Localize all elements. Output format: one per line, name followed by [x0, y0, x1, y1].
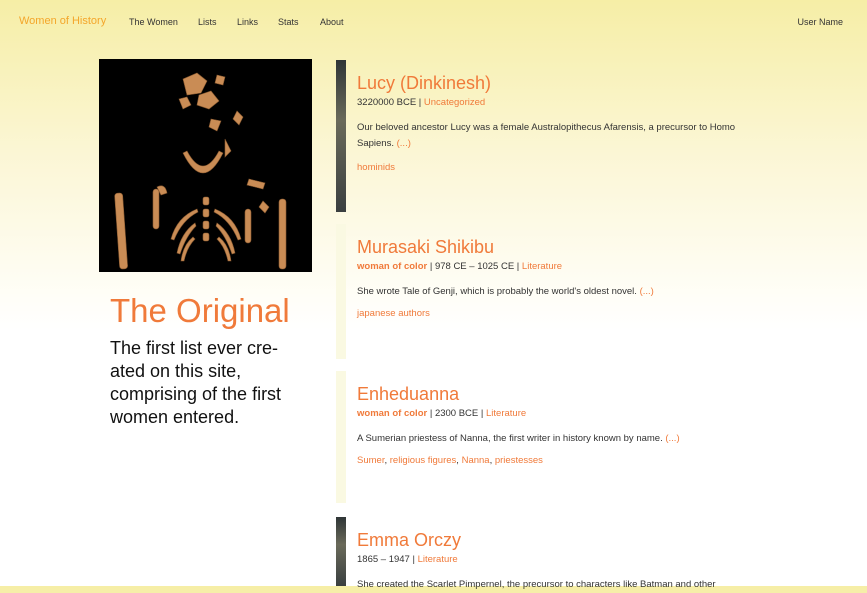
entry-dates: | 2300 BCE | — [427, 408, 487, 419]
nav-link-stats[interactable]: Stats — [278, 17, 299, 27]
entry-thumbnail-strip — [336, 60, 346, 212]
entry-name-link[interactable]: Enheduanna — [357, 384, 459, 405]
tag-link[interactable]: japanese authors — [357, 308, 430, 319]
entry-card: Murasaki Shikibu woman of color | 978 CE… — [336, 224, 766, 359]
entry-dates: 3220000 BCE | — [357, 97, 424, 108]
tag-link[interactable]: hominids — [357, 162, 395, 173]
entry-name-link[interactable]: Murasaki Shikibu — [357, 237, 494, 258]
entry-meta: woman of color | 978 CE – 1025 CE | Lite… — [357, 261, 562, 272]
skeleton-fossil-image — [114, 72, 287, 270]
entry-tags: hominids — [357, 162, 395, 173]
entry-summary: Our beloved ancestor Lucy was a female A… — [357, 122, 736, 149]
entry-tags: Sumer, religious figures, Nanna, prieste… — [357, 455, 543, 466]
entry-badge-link[interactable]: woman of color — [357, 408, 427, 419]
entry-badge-link[interactable]: woman of color — [357, 261, 427, 272]
entry-card: Emma Orczy 1865 – 1947 | Literature She … — [336, 517, 766, 590]
nav-link-lists[interactable]: Lists — [198, 17, 217, 27]
user-menu[interactable]: User Name — [797, 17, 843, 27]
list-title: The Original — [110, 292, 290, 329]
entry-thumbnail-strip — [336, 517, 346, 586]
nav-link-the-women[interactable]: The Women — [129, 17, 178, 27]
entry-meta: woman of color | 2300 BCE | Literature — [357, 408, 526, 419]
entry-summary: A Sumerian priestess of Nanna, the first… — [357, 433, 680, 444]
entry-category-link[interactable]: Literature — [486, 408, 526, 419]
entry-thumbnail-strip — [336, 224, 346, 359]
nav-link-links[interactable]: Links — [237, 17, 258, 27]
entry-tags: japanese authors — [357, 308, 430, 319]
nav-link-about[interactable]: About — [320, 17, 344, 27]
entry-meta: 1865 – 1947 | Literature — [357, 554, 458, 565]
entry-category-link[interactable]: Uncategorized — [424, 97, 485, 108]
entry-category-link[interactable]: Literature — [522, 261, 562, 272]
read-more-link[interactable]: (...) — [397, 138, 411, 149]
list-cover-image — [99, 59, 312, 272]
tag-link[interactable]: priestesses — [495, 455, 543, 466]
entry-summary: She created the Scarlet Pimpernel, the p… — [357, 579, 716, 590]
entry-name-link[interactable]: Emma Orczy — [357, 530, 461, 551]
entry-dates: | 978 CE – 1025 CE | — [427, 261, 522, 272]
entry-name-link[interactable]: Lucy (Dinkinesh) — [357, 73, 491, 94]
entry-category-link[interactable]: Literature — [418, 554, 458, 565]
top-nav: Women of History The Women Lists Links S… — [0, 0, 867, 42]
tag-link[interactable]: Sumer — [357, 455, 384, 466]
read-more-link[interactable]: (...) — [665, 433, 679, 444]
entry-meta: 3220000 BCE | Uncategorized — [357, 97, 485, 108]
site-brand-link[interactable]: Women of History — [19, 15, 106, 27]
list-description: The first list ever cre-ated on this sit… — [110, 338, 282, 427]
read-more-link[interactable]: (...) — [640, 286, 654, 297]
entry-summary: She wrote Tale of Genji, which is probab… — [357, 286, 654, 297]
entry-thumbnail-strip — [336, 371, 346, 503]
entry-card: Enheduanna woman of color | 2300 BCE | L… — [336, 371, 766, 503]
tag-link[interactable]: Nanna — [462, 455, 490, 466]
entry-card: Lucy (Dinkinesh) 3220000 BCE | Uncategor… — [336, 60, 766, 212]
entry-dates: 1865 – 1947 | — [357, 554, 418, 565]
tag-link[interactable]: religious figures — [390, 455, 457, 466]
